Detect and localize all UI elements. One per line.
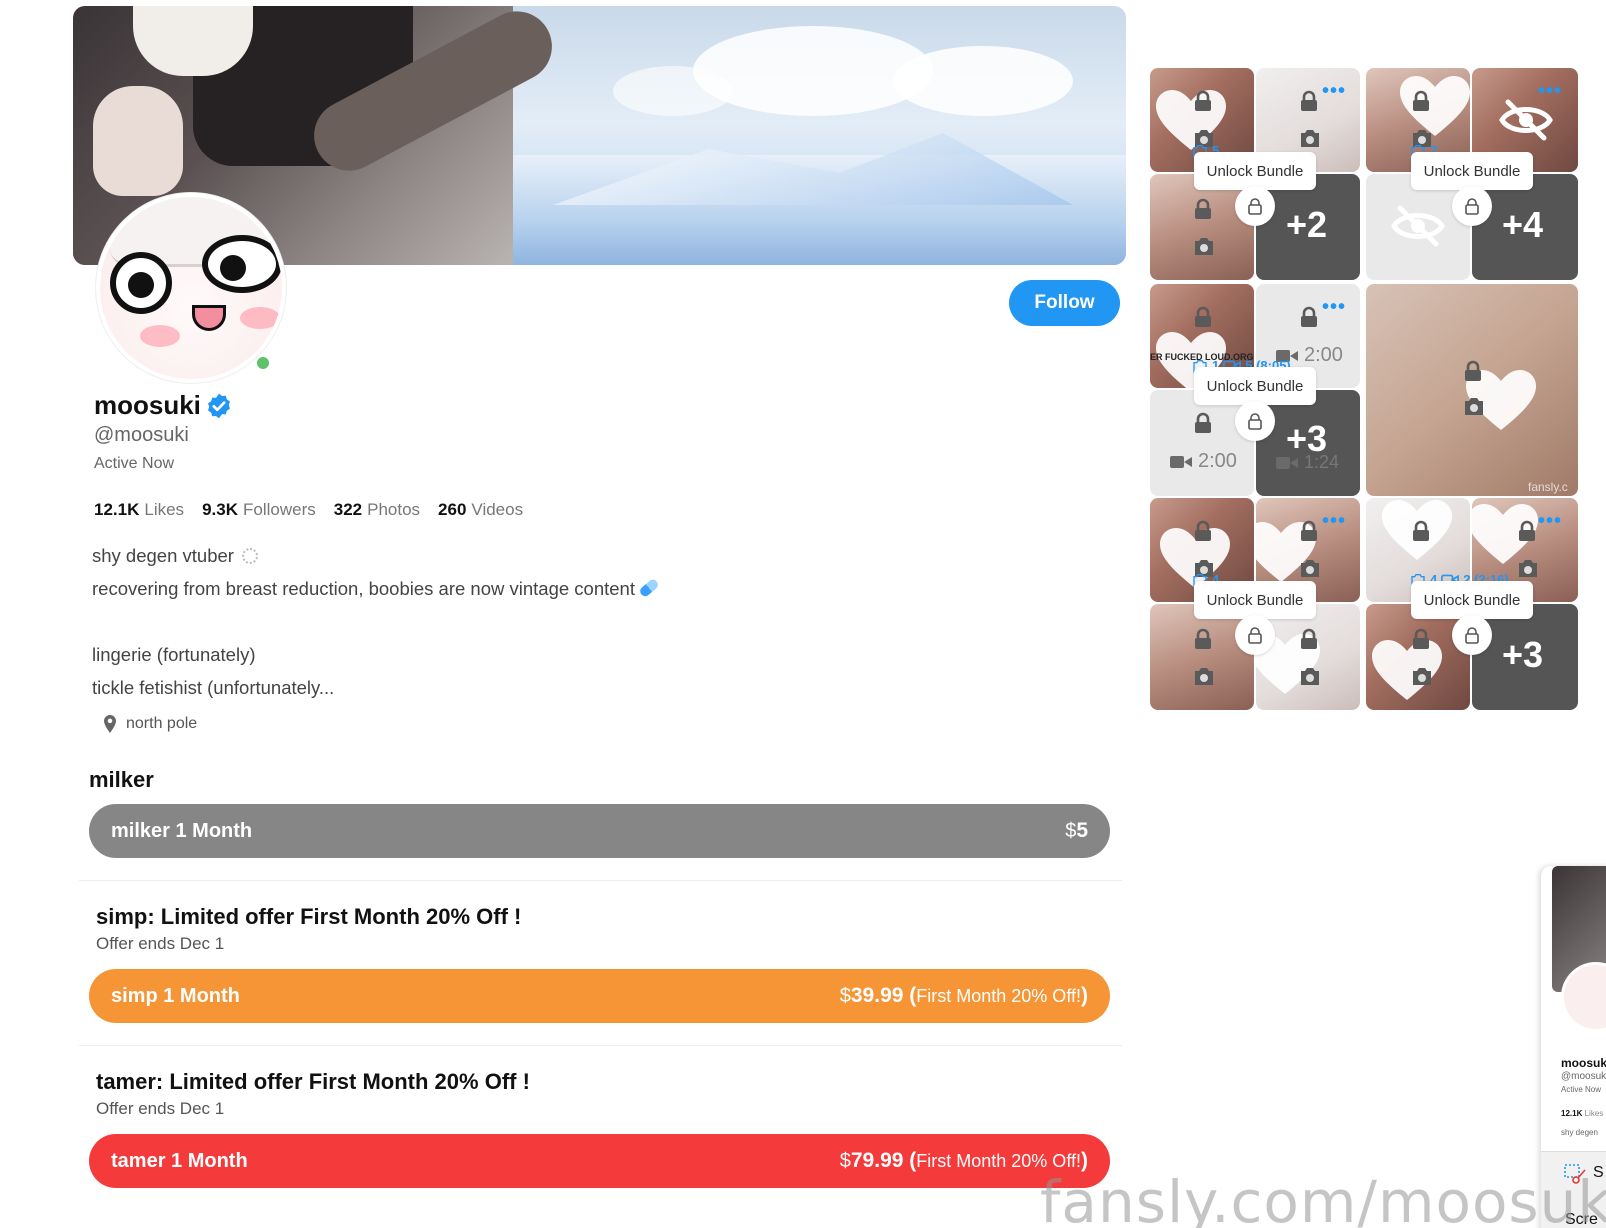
unlock-bundle-label[interactable]: Unlock Bundle: [1411, 581, 1533, 619]
unlock-lock-button[interactable]: [1235, 401, 1275, 441]
camera-icon: [1516, 558, 1540, 578]
camera-icon: [1462, 396, 1486, 416]
more-count: +3: [1502, 634, 1544, 675]
lock-icon: [1298, 628, 1320, 650]
offer-title-simp: simp: Limited offer First Month 20% Off …: [96, 904, 522, 929]
lock-icon: [1192, 306, 1214, 328]
display-name: moosuki: [94, 390, 201, 420]
lock-icon: [1462, 360, 1484, 382]
more-options-icon[interactable]: •••: [1322, 510, 1346, 533]
lock-icon: [1463, 626, 1481, 644]
lock-icon: [1246, 197, 1264, 215]
camera-icon: [1298, 128, 1322, 148]
video-duration: 2:00: [1170, 450, 1237, 473]
lock-icon: [1246, 626, 1264, 644]
unlock-lock-button[interactable]: [1452, 615, 1492, 655]
url-watermark: fansly.com/moosuki: [1040, 1168, 1606, 1228]
unlock-bundle-label[interactable]: Unlock Bundle: [1194, 581, 1316, 619]
mini-status: Active Now: [1561, 1085, 1602, 1094]
tier-milker-button[interactable]: milker 1 Month $5: [89, 804, 1110, 858]
profile-location: north pole: [102, 715, 197, 733]
hidden-eye-icon: [1390, 202, 1446, 250]
bio-line: recovering from breast reduction, boobie…: [92, 577, 660, 600]
more-options-icon[interactable]: •••: [1322, 80, 1346, 103]
camera-icon: [1298, 666, 1322, 686]
camera-icon: [1192, 236, 1216, 256]
thumbnail-watermark: fansly.c: [1528, 480, 1568, 494]
camera-icon: [1298, 558, 1322, 578]
lock-icon: [1192, 198, 1214, 220]
sparkle-emoji-icon: [241, 548, 258, 564]
verified-badge-icon: [208, 393, 230, 419]
unlock-bundle-label[interactable]: Unlock Bundle: [1411, 152, 1533, 190]
unlock-lock-button[interactable]: [1235, 186, 1275, 226]
camera-icon: [1192, 666, 1216, 686]
lock-icon: [1410, 90, 1432, 112]
location-pin-icon: [104, 715, 116, 733]
media-thumbnail[interactable]: [1366, 604, 1470, 710]
media-thumbnail[interactable]: [1256, 604, 1360, 710]
unlock-lock-button[interactable]: [1235, 615, 1275, 655]
stat-followers[interactable]: 9.3K Followers: [202, 500, 316, 520]
lock-icon: [1192, 628, 1214, 650]
video-icon: [1170, 454, 1192, 470]
mini-handle: @moosuk: [1561, 1071, 1606, 1082]
more-count: +4: [1502, 204, 1544, 245]
lock-icon: [1192, 90, 1214, 112]
pill-emoji-icon: [638, 577, 660, 599]
tier-group-title: milker: [89, 767, 154, 792]
activity-status: Active Now: [94, 455, 175, 472]
media-thumbnail-more[interactable]: +3: [1472, 604, 1578, 710]
lock-icon: [1298, 90, 1320, 112]
bio-line: tickle fetishist (unfortunately...: [92, 677, 335, 698]
camera-icon: [1410, 666, 1434, 686]
tier-simp-button[interactable]: simp 1 Month $39.99 (First Month 20% Off…: [89, 969, 1110, 1023]
video-duration: 1:24: [1276, 452, 1339, 473]
more-options-icon[interactable]: •••: [1538, 80, 1562, 103]
more-options-icon[interactable]: •••: [1322, 296, 1346, 319]
media-thumbnail[interactable]: 2:00: [1150, 390, 1254, 496]
offer-ends-simp: Offer ends Dec 1: [96, 934, 225, 953]
lock-icon: [1463, 197, 1481, 215]
offer-title-tamer: tamer: Limited offer First Month 20% Off…: [96, 1069, 530, 1094]
offer-ends-tamer: Offer ends Dec 1: [96, 1099, 225, 1118]
mini-bio: shy degen: [1561, 1128, 1598, 1137]
lock-icon: [1410, 520, 1432, 542]
tier-tamer-button[interactable]: tamer 1 Month $79.99 (First Month 20% Of…: [89, 1134, 1110, 1188]
lock-icon: [1192, 412, 1214, 434]
lock-icon: [1410, 628, 1432, 650]
stat-photos[interactable]: 322 Photos: [334, 500, 420, 520]
divider: [79, 880, 1122, 881]
lock-icon: [1246, 412, 1264, 430]
lock-icon: [1298, 520, 1320, 542]
profile-stats: 12.1K Likes 9.3K Followers 322 Photos 260 Vi…: [94, 500, 523, 520]
follow-button[interactable]: Follow: [1009, 280, 1120, 326]
unlock-bundle-label[interactable]: Unlock Bundle: [1194, 367, 1316, 405]
more-options-icon[interactable]: •••: [1538, 510, 1562, 533]
more-count: +2: [1286, 204, 1328, 245]
unlock-bundle-label[interactable]: Unlock Bundle: [1194, 152, 1316, 190]
mini-display-name: moosuk: [1561, 1056, 1606, 1070]
lock-icon: [1298, 306, 1320, 328]
bio-line: lingerie (fortunately): [92, 644, 256, 665]
stat-likes: 12.1K Likes: [94, 500, 185, 519]
media-thumbnail-more[interactable]: +3 1:24: [1256, 390, 1360, 496]
hidden-eye-icon: [1498, 96, 1554, 144]
lock-icon: [1192, 520, 1214, 542]
mini-likes: 12.1K Likes: [1561, 1109, 1604, 1118]
online-status-dot: [255, 355, 271, 371]
divider: [79, 1045, 1122, 1046]
media-thumbnail[interactable]: [1150, 604, 1254, 710]
profile-avatar[interactable]: [96, 193, 286, 383]
media-thumbnail-large[interactable]: fansly.c: [1366, 284, 1578, 496]
unlock-lock-button[interactable]: [1452, 186, 1492, 226]
bio-line: shy degen vtuber: [92, 545, 258, 567]
stat-videos[interactable]: 260 Videos: [438, 500, 523, 520]
lock-icon: [1516, 520, 1538, 542]
video-icon: [1276, 455, 1298, 471]
profile-handle: @moosuki: [94, 424, 189, 446]
